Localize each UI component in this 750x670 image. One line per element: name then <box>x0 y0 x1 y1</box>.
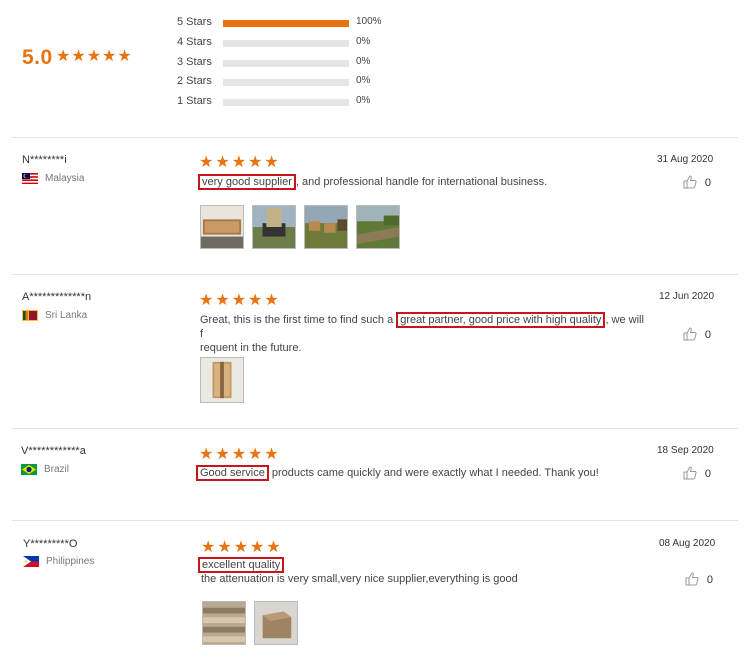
rating-row-percent: 0% <box>356 56 371 67</box>
like-count: 0 <box>704 468 712 480</box>
brazil-flag-icon <box>21 464 37 475</box>
review-text: Great, this is the first time to find su… <box>200 312 650 355</box>
philippines-flag-icon <box>23 556 39 567</box>
like-count: 0 <box>706 574 714 586</box>
review-photo[interactable] <box>200 205 244 249</box>
review-text-rest: , and professional handle for internatio… <box>295 176 548 188</box>
review-stars: ★★★★★ <box>199 292 281 309</box>
sri-lanka-flag-icon <box>22 310 38 321</box>
review-text: excellent quality the attenuation is ver… <box>198 557 658 586</box>
rating-row-label: 5 Stars <box>177 16 212 28</box>
review-photo[interactable] <box>356 205 400 249</box>
review-text-line2: the attenuation is very small,very nice … <box>201 573 518 585</box>
overall-rating-score: 5.0 <box>22 46 53 69</box>
highlighted-phrase: excellent quality <box>198 557 285 573</box>
highlighted-phrase: great partner, good price with high qual… <box>396 312 606 328</box>
like-button[interactable]: 0 <box>683 466 711 485</box>
rating-row-label: 1 Stars <box>177 95 212 107</box>
country-name: Philippines <box>46 556 95 568</box>
country-name: Brazil <box>44 464 70 476</box>
review-text: Good service products came quickly and w… <box>196 465 656 481</box>
review-text-line2: requent in the future. <box>200 342 302 354</box>
review-photo[interactable] <box>304 205 348 249</box>
like-count: 0 <box>704 329 712 341</box>
review-text: very good supplier, and professional han… <box>198 174 648 190</box>
rating-bar <box>223 60 349 67</box>
highlighted-phrase: Good service <box>196 465 269 481</box>
divider <box>12 520 738 521</box>
rating-row-percent: 0% <box>356 75 371 86</box>
thumbs-up-icon <box>683 466 701 483</box>
review-stars: ★★★★★ <box>199 154 281 171</box>
reviewer-country: Brazil <box>21 464 69 475</box>
reviewer-name: A*************n <box>22 291 92 303</box>
review-text-rest: products came quickly and were exactly w… <box>268 467 599 479</box>
like-count: 0 <box>704 177 712 189</box>
rating-row-percent: 100% <box>356 16 382 27</box>
highlighted-phrase: very good supplier <box>198 174 296 190</box>
thumbs-up-icon <box>685 572 703 589</box>
country-name: Sri Lanka <box>45 310 88 322</box>
thumbs-up-icon <box>683 327 701 344</box>
divider <box>12 428 738 429</box>
like-button[interactable]: 0 <box>683 175 711 194</box>
review-date: 31 Aug 2020 <box>657 154 714 165</box>
thumbs-up-icon <box>683 175 701 192</box>
rating-row-label: 4 Stars <box>177 36 212 48</box>
like-button[interactable]: 0 <box>683 327 711 346</box>
rating-bar <box>223 20 349 27</box>
rating-bar <box>223 79 349 86</box>
reviewer-country: Philippines <box>23 556 94 567</box>
review-photo[interactable] <box>200 357 244 403</box>
overall-rating-stars: ★★★★★ <box>56 48 133 65</box>
malaysia-flag-icon <box>22 173 38 184</box>
review-date: 12 Jun 2020 <box>659 291 715 302</box>
review-stars: ★★★★★ <box>201 539 283 556</box>
rating-bar <box>223 40 349 47</box>
rating-row-percent: 0% <box>356 95 371 106</box>
rating-bar-fill <box>223 20 349 27</box>
like-button[interactable]: 0 <box>685 572 713 591</box>
rating-row-label: 3 Stars <box>177 56 212 68</box>
review-date: 08 Aug 2020 <box>659 538 716 549</box>
review-photo[interactable] <box>202 601 246 645</box>
review-date: 18 Sep 2020 <box>657 445 714 456</box>
country-name: Malaysia <box>45 173 85 185</box>
reviewer-name: Y*********O <box>23 538 78 550</box>
rating-row-percent: 0% <box>356 36 371 47</box>
review-photo[interactable] <box>252 205 296 249</box>
divider <box>12 274 738 275</box>
rating-bar <box>223 99 349 106</box>
review-stars: ★★★★★ <box>199 446 281 463</box>
divider <box>12 137 738 138</box>
reviewer-country: Malaysia <box>22 173 84 184</box>
review-text-pre: Great, this is the first time to find su… <box>200 314 397 326</box>
rating-row-label: 2 Stars <box>177 75 212 87</box>
reviewer-country: Sri Lanka <box>22 310 87 321</box>
review-photo[interactable] <box>254 601 298 645</box>
reviewer-name: N********i <box>22 154 67 166</box>
reviewer-name: V************a <box>21 445 86 457</box>
